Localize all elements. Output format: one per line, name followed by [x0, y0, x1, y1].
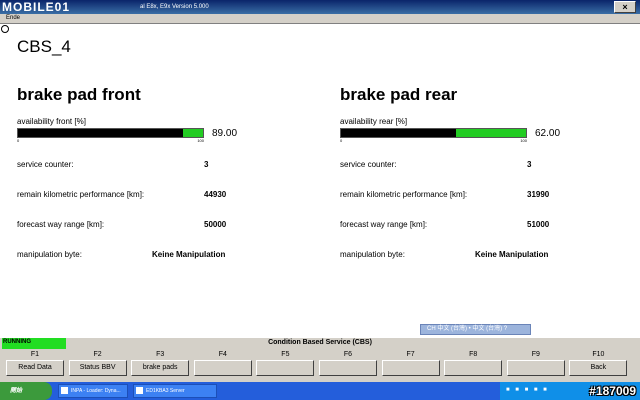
fkey-f8: F8	[442, 350, 504, 376]
fkey-button[interactable]: Back	[569, 360, 628, 376]
brake-pad-front-section: brake pad front availability front [%] 8…	[17, 84, 287, 272]
fkey-label: F2	[93, 351, 102, 358]
row-value: 51000	[527, 220, 550, 229]
availability-value: 62.00	[535, 128, 561, 139]
availability-value: 89.00	[212, 128, 238, 139]
row-value: 3	[204, 160, 209, 169]
function-key-bar: F1 Read Data F2 Status BBV F3 brake pads F4 F5 F…	[0, 350, 640, 382]
fkey-label: F3	[156, 351, 165, 358]
section-title: brake pad rear	[340, 85, 458, 104]
watermark-id: #187009	[589, 384, 636, 398]
task-label: ED1KBA3 Server	[146, 388, 185, 394]
manipulation-row: manipulation byte: Keine Manipulation	[340, 242, 610, 272]
availability-label: availability rear [%]	[340, 117, 408, 126]
fkey-button[interactable]	[319, 360, 377, 376]
menu-item-ende[interactable]: Ende	[6, 15, 20, 21]
watermark-logo: MOBILE01	[2, 0, 71, 14]
fkey-f10: F10 Back	[567, 350, 629, 376]
status-bar: RUNNING Condition Based Service (CBS)	[0, 338, 640, 349]
scale-min: 0	[340, 138, 343, 143]
fkey-f9: F9	[505, 350, 567, 376]
row-label: forecast way range [km]:	[340, 220, 428, 229]
window-title: al E8x, E9x Version 5.000	[140, 4, 209, 10]
row-value: 31990	[527, 190, 550, 199]
row-value: 50000	[204, 220, 227, 229]
row-label: service counter:	[340, 160, 397, 169]
task-label: INPA - Loader: Dyna...	[71, 388, 121, 394]
taskbar-item-inpa[interactable]: INPA - Loader: Dyna...	[58, 384, 128, 398]
section-title: brake pad front	[17, 85, 141, 104]
row-label: manipulation byte:	[17, 250, 82, 259]
fkey-label: F7	[406, 351, 415, 358]
taskbar: 開始 INPA - Loader: Dyna... ED1KBA3 Server…	[0, 382, 640, 400]
availability-scale: 0 100	[17, 138, 204, 144]
row-label: manipulation byte:	[340, 250, 405, 259]
fkey-label: F1	[30, 351, 40, 358]
manipulation-row: manipulation byte: Keine Manipulation	[17, 242, 287, 272]
window-icon	[61, 387, 68, 394]
service-counter-row: service counter: 3	[17, 152, 287, 182]
brake-pad-rear-section: brake pad rear availability rear [%] 62.…	[340, 84, 610, 272]
fkey-label: F8	[469, 351, 478, 358]
fkey-button[interactable]: Status BBV	[68, 360, 127, 376]
fkey-button[interactable]	[381, 360, 440, 376]
availability-bar	[17, 128, 204, 138]
row-label: remain kilometric performance [km]:	[17, 190, 145, 199]
availability-bar-fill	[341, 129, 456, 137]
fkey-button[interactable]	[444, 360, 503, 376]
close-button[interactable]: ×	[614, 1, 636, 13]
main-panel: CBS_4 brake pad front availability front…	[0, 23, 640, 338]
status-title: Condition Based Service (CBS)	[268, 339, 372, 346]
screen-title: CBS_4	[17, 37, 71, 56]
fkey-label: F4	[218, 351, 227, 358]
availability-bar-fill	[18, 129, 183, 137]
forecast-range-row: forecast way range [km]: 50000	[17, 212, 287, 242]
menubar: Ende	[0, 14, 640, 23]
forecast-range-row: forecast way range [km]: 51000	[340, 212, 610, 242]
remain-km-row: remain kilometric performance [km]: 4493…	[17, 182, 287, 212]
fkey-f6: F6	[317, 350, 379, 376]
fkey-button[interactable]: brake pads	[131, 360, 190, 376]
fkey-f3: F3 brake pads	[129, 350, 191, 376]
window-icon	[136, 387, 143, 394]
taskbar-item-server[interactable]: ED1KBA3 Server	[133, 384, 217, 398]
row-value: Keine Manipulation	[475, 250, 549, 259]
fkey-label: F10	[592, 351, 605, 358]
row-label: forecast way range [km]:	[17, 220, 105, 229]
row-value: 44930	[204, 190, 227, 199]
fkey-button[interactable]	[256, 360, 315, 376]
fkey-f5: F5	[254, 350, 316, 376]
service-counter-row: service counter: 3	[340, 152, 610, 182]
row-value: Keine Manipulation	[152, 250, 226, 259]
fkey-label: F9	[531, 351, 540, 358]
fkey-button[interactable]	[193, 360, 252, 376]
fkey-f2: F2 Status BBV	[67, 350, 129, 376]
remain-km-row: remain kilometric performance [km]: 3199…	[340, 182, 610, 212]
fkey-label: F5	[281, 351, 290, 358]
row-label: remain kilometric performance [km]:	[340, 190, 468, 199]
start-button[interactable]: 開始	[0, 382, 52, 400]
row-value: 3	[527, 160, 532, 169]
availability-scale: 0 100	[340, 138, 527, 144]
availability-bar	[340, 128, 527, 138]
fkey-f4: F4	[192, 350, 254, 376]
scale-max: 100	[197, 138, 204, 143]
language-bar[interactable]: CH 中文 (台灣) • 中文 (台灣) ?	[420, 324, 531, 335]
availability-label: availability front [%]	[17, 117, 86, 126]
fkey-button[interactable]	[506, 360, 565, 376]
fkey-f7: F7	[380, 350, 442, 376]
scale-max: 100	[520, 138, 527, 143]
row-label: service counter:	[17, 160, 74, 169]
radio-icon[interactable]	[1, 25, 9, 33]
fkey-f1: F1 Read Data	[4, 350, 66, 376]
scale-min: 0	[17, 138, 20, 143]
tray-icons[interactable]: ■ ■ ■ ■ ■	[506, 387, 549, 393]
fkey-button[interactable]: Read Data	[6, 360, 64, 376]
window-titlebar: MOBILE01 al E8x, E9x Version 5.000 ×	[0, 0, 640, 14]
fkey-label: F6	[343, 351, 353, 358]
